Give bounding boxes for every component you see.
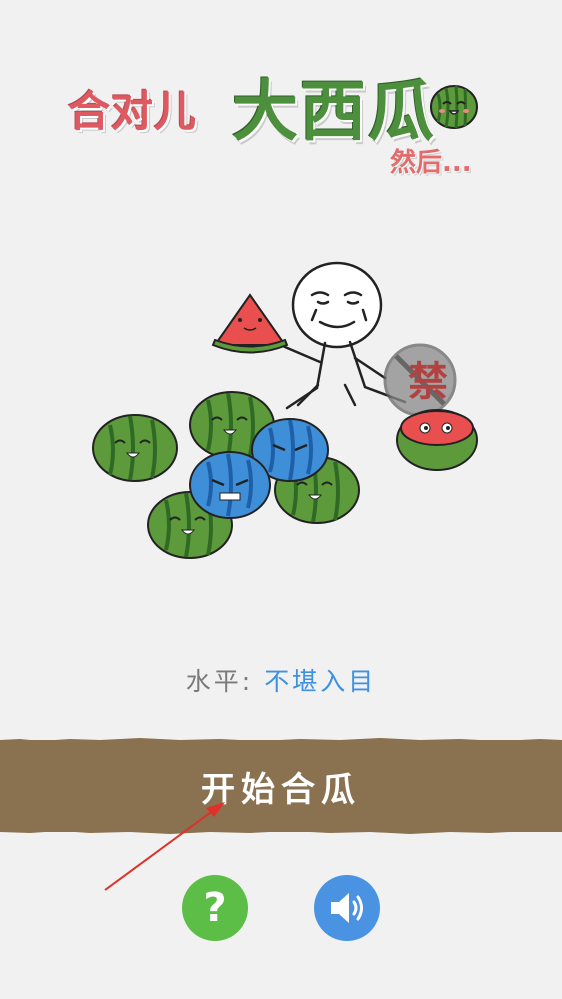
level-value: 不堪入目 <box>264 667 377 696</box>
level-indicator: 水平: 不堪入目 <box>0 662 562 698</box>
bar-rough-edge <box>0 829 562 834</box>
game-title: 合对儿 大西瓜 然后... <box>60 60 510 190</box>
cut-watermelon-icon <box>396 409 478 471</box>
speaker-icon <box>331 893 363 923</box>
start-game-button[interactable]: 开始合瓜 <box>0 738 562 834</box>
title-subtitle: 然后... <box>390 148 472 178</box>
blue-watermelon-icon <box>189 451 271 519</box>
title-part2: 大西瓜 <box>232 73 436 150</box>
watermelon-mascot-icon <box>430 85 478 129</box>
watermelon-icon <box>92 414 178 482</box>
question-mark-icon: ? <box>203 885 227 931</box>
watermelon-illustration: 禁 <box>92 261 478 559</box>
sound-toggle-button[interactable] <box>314 875 380 941</box>
stickman-figure <box>258 261 407 410</box>
bar-rough-edge <box>0 738 562 743</box>
ban-sign-text: 禁 <box>408 359 448 405</box>
watermelon-slice-icon <box>211 293 289 354</box>
help-button[interactable]: ? <box>182 875 248 941</box>
level-label: 水平: <box>185 667 254 696</box>
title-part1: 合对儿 <box>68 87 198 136</box>
